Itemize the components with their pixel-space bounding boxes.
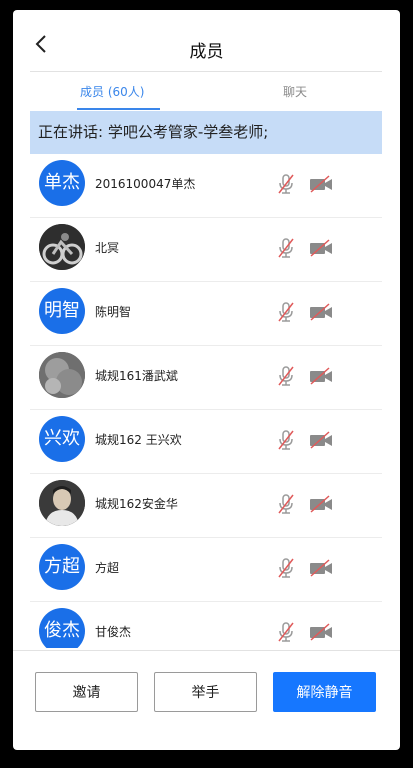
mic-muted-icon[interactable] — [277, 173, 295, 195]
member-row[interactable]: 城规161潘武斌 — [30, 346, 382, 410]
camera-off-icon[interactable] — [309, 623, 333, 641]
member-name: 2016100047单杰 — [95, 177, 196, 191]
camera-off-icon[interactable] — [309, 367, 333, 385]
member-row[interactable]: 俊杰 甘俊杰 — [30, 602, 382, 648]
avatar — [39, 352, 85, 398]
phone-screen: 成员 成员 (60人) 聊天 正在讲话: 学吧公考管家-学叁老师; 单杰 201… — [13, 10, 400, 750]
nav-bar: 成员 — [13, 10, 400, 70]
raise-hand-button[interactable]: 举手 — [154, 672, 257, 712]
member-name: 城规161潘武斌 — [95, 369, 178, 383]
member-name: 城规162安金华 — [95, 497, 178, 511]
member-list[interactable]: 单杰 2016100047单杰 北冥 明智 陈明智 城规161潘武斌 兴欢 城规… — [30, 154, 382, 648]
member-row[interactable]: 北冥 — [30, 218, 382, 282]
mic-muted-icon[interactable] — [277, 493, 295, 515]
avatar — [39, 480, 85, 526]
avatar: 明智 — [39, 288, 85, 334]
member-row[interactable]: 城规162安金华 — [30, 474, 382, 538]
tab-members[interactable]: 成员 (60人) — [80, 83, 144, 100]
avatar: 兴欢 — [39, 416, 85, 462]
member-row[interactable]: 兴欢 城规162 王兴欢 — [30, 410, 382, 474]
member-name: 方超 — [95, 561, 120, 575]
mic-muted-icon[interactable] — [277, 237, 295, 259]
unmute-button[interactable]: 解除静音 — [273, 672, 376, 712]
avatar: 方超 — [39, 544, 85, 590]
member-row[interactable]: 单杰 2016100047单杰 — [30, 154, 382, 218]
member-row[interactable]: 方超 方超 — [30, 538, 382, 602]
speaking-banner: 正在讲话: 学吧公考管家-学叁老师; — [30, 111, 382, 154]
tab-chat[interactable]: 聊天 — [283, 83, 307, 100]
camera-off-icon[interactable] — [309, 431, 333, 449]
camera-off-icon[interactable] — [309, 239, 333, 257]
camera-off-icon[interactable] — [309, 495, 333, 513]
camera-off-icon[interactable] — [309, 303, 333, 321]
avatar — [39, 224, 85, 270]
mic-muted-icon[interactable] — [277, 557, 295, 579]
camera-off-icon[interactable] — [309, 559, 333, 577]
mic-muted-icon[interactable] — [277, 621, 295, 643]
member-name: 城规162 王兴欢 — [95, 433, 182, 447]
active-tab-indicator — [77, 108, 160, 110]
member-name: 北冥 — [95, 241, 120, 255]
tab-bar: 成员 (60人) 聊天 — [30, 71, 382, 112]
member-row[interactable]: 明智 陈明智 — [30, 282, 382, 346]
member-name: 甘俊杰 — [95, 625, 132, 639]
camera-off-icon[interactable] — [309, 175, 333, 193]
mic-muted-icon[interactable] — [277, 365, 295, 387]
avatar: 俊杰 — [39, 608, 85, 648]
avatar: 单杰 — [39, 160, 85, 206]
mic-muted-icon[interactable] — [277, 301, 295, 323]
member-name: 陈明智 — [95, 305, 132, 319]
page-title: 成员 — [189, 42, 224, 62]
footer-toolbar: 邀请 举手 解除静音 — [13, 650, 400, 750]
invite-button[interactable]: 邀请 — [35, 672, 138, 712]
mic-muted-icon[interactable] — [277, 429, 295, 451]
